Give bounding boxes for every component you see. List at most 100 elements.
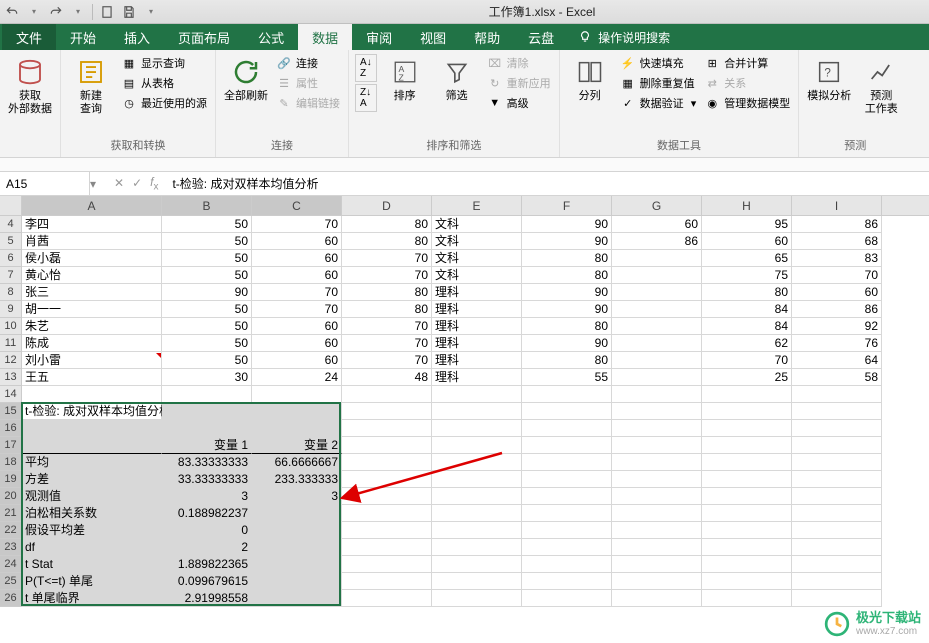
cell[interactable]: 66.6666667: [252, 454, 342, 471]
cell[interactable]: [432, 590, 522, 607]
cell[interactable]: 64: [792, 352, 882, 369]
cell[interactable]: [792, 556, 882, 573]
cell[interactable]: 70: [252, 284, 342, 301]
cell[interactable]: [702, 420, 792, 437]
column-header[interactable]: D: [342, 196, 432, 215]
cell[interactable]: [432, 505, 522, 522]
cell[interactable]: 90: [522, 335, 612, 352]
cell[interactable]: [342, 539, 432, 556]
text-to-columns-button[interactable]: 分列: [566, 54, 614, 105]
cell[interactable]: [432, 556, 522, 573]
cell[interactable]: 0.188982237: [162, 505, 252, 522]
cell[interactable]: 70: [252, 301, 342, 318]
cell[interactable]: [702, 556, 792, 573]
flash-fill-button[interactable]: ⚡快速填充: [618, 54, 699, 72]
data-validation-button[interactable]: ✓数据验证 ▾: [618, 94, 699, 112]
cell[interactable]: [612, 386, 702, 403]
row-header[interactable]: 10: [0, 318, 22, 335]
cell[interactable]: 80: [702, 284, 792, 301]
show-queries-button[interactable]: ▦显示查询: [119, 54, 209, 72]
cell[interactable]: 86: [792, 216, 882, 233]
cell[interactable]: t-检验: 成对双样本均值分析: [22, 403, 162, 420]
cancel-formula-icon[interactable]: ✕: [114, 176, 124, 190]
cell[interactable]: [522, 454, 612, 471]
column-header[interactable]: H: [702, 196, 792, 215]
cell[interactable]: 3: [252, 488, 342, 505]
cell[interactable]: [252, 539, 342, 556]
cell[interactable]: 75: [702, 267, 792, 284]
cell[interactable]: [702, 437, 792, 454]
cell[interactable]: [792, 471, 882, 488]
cell[interactable]: df: [22, 539, 162, 556]
cell[interactable]: 80: [522, 250, 612, 267]
cell[interactable]: [612, 284, 702, 301]
tell-me-search[interactable]: 操作说明搜索: [578, 24, 670, 50]
cell[interactable]: 60: [252, 267, 342, 284]
cell[interactable]: 58: [792, 369, 882, 386]
cell[interactable]: [252, 556, 342, 573]
cell[interactable]: 24: [252, 369, 342, 386]
cell[interactable]: 50: [162, 352, 252, 369]
cell[interactable]: [432, 522, 522, 539]
cell[interactable]: 文科: [432, 267, 522, 284]
spreadsheet-grid[interactable]: ABCDEFGHI 4李四507080文科906095865肖茜506080文科…: [0, 196, 929, 607]
cell[interactable]: [612, 403, 702, 420]
cell[interactable]: [612, 505, 702, 522]
cell[interactable]: 黄心怡: [22, 267, 162, 284]
qat-dropdown-icon[interactable]: ▾: [143, 4, 159, 20]
row-header[interactable]: 21: [0, 505, 22, 522]
cell[interactable]: [342, 386, 432, 403]
cell[interactable]: [162, 420, 252, 437]
sort-desc-button[interactable]: Z↓A: [355, 84, 377, 112]
tab-formulas[interactable]: 公式: [244, 24, 298, 50]
cell[interactable]: [522, 522, 612, 539]
cell[interactable]: 80: [342, 284, 432, 301]
cell[interactable]: 83: [792, 250, 882, 267]
cell[interactable]: 60: [792, 284, 882, 301]
row-header[interactable]: 4: [0, 216, 22, 233]
cell[interactable]: [612, 539, 702, 556]
cell[interactable]: 70: [342, 318, 432, 335]
cell[interactable]: 理科: [432, 335, 522, 352]
cell[interactable]: 83.33333333: [162, 454, 252, 471]
new-query-button[interactable]: 新建 查询: [67, 54, 115, 118]
row-header[interactable]: 19: [0, 471, 22, 488]
tab-cloud[interactable]: 云盘: [514, 24, 568, 50]
cell[interactable]: 2: [162, 539, 252, 556]
cell[interactable]: [342, 590, 432, 607]
cell[interactable]: 理科: [432, 301, 522, 318]
cell[interactable]: 50: [162, 233, 252, 250]
column-header[interactable]: A: [22, 196, 162, 215]
cell[interactable]: [342, 403, 432, 420]
cell[interactable]: [342, 437, 432, 454]
row-header[interactable]: 20: [0, 488, 22, 505]
tab-view[interactable]: 视图: [406, 24, 460, 50]
cell[interactable]: [702, 505, 792, 522]
cell[interactable]: 变量 2: [252, 437, 342, 454]
cell[interactable]: 理科: [432, 352, 522, 369]
cell[interactable]: [612, 573, 702, 590]
cell[interactable]: 0: [162, 522, 252, 539]
row-header[interactable]: 9: [0, 301, 22, 318]
cell[interactable]: [522, 539, 612, 556]
cell[interactable]: [612, 420, 702, 437]
cell[interactable]: [342, 454, 432, 471]
cell[interactable]: 90: [522, 216, 612, 233]
cell[interactable]: 文科: [432, 216, 522, 233]
cell[interactable]: 70: [342, 267, 432, 284]
column-header[interactable]: I: [792, 196, 882, 215]
cell[interactable]: 70: [252, 216, 342, 233]
cell[interactable]: 60: [252, 318, 342, 335]
cell[interactable]: 25: [702, 369, 792, 386]
cell[interactable]: [252, 420, 342, 437]
cell[interactable]: 60: [252, 250, 342, 267]
reapply-button[interactable]: ↻重新应用: [485, 74, 553, 92]
cell[interactable]: [612, 335, 702, 352]
cell[interactable]: 84: [702, 301, 792, 318]
cell[interactable]: [522, 403, 612, 420]
cell[interactable]: 95: [702, 216, 792, 233]
cell[interactable]: [432, 420, 522, 437]
enter-formula-icon[interactable]: ✓: [132, 176, 142, 190]
cell[interactable]: [612, 454, 702, 471]
cell[interactable]: 理科: [432, 318, 522, 335]
